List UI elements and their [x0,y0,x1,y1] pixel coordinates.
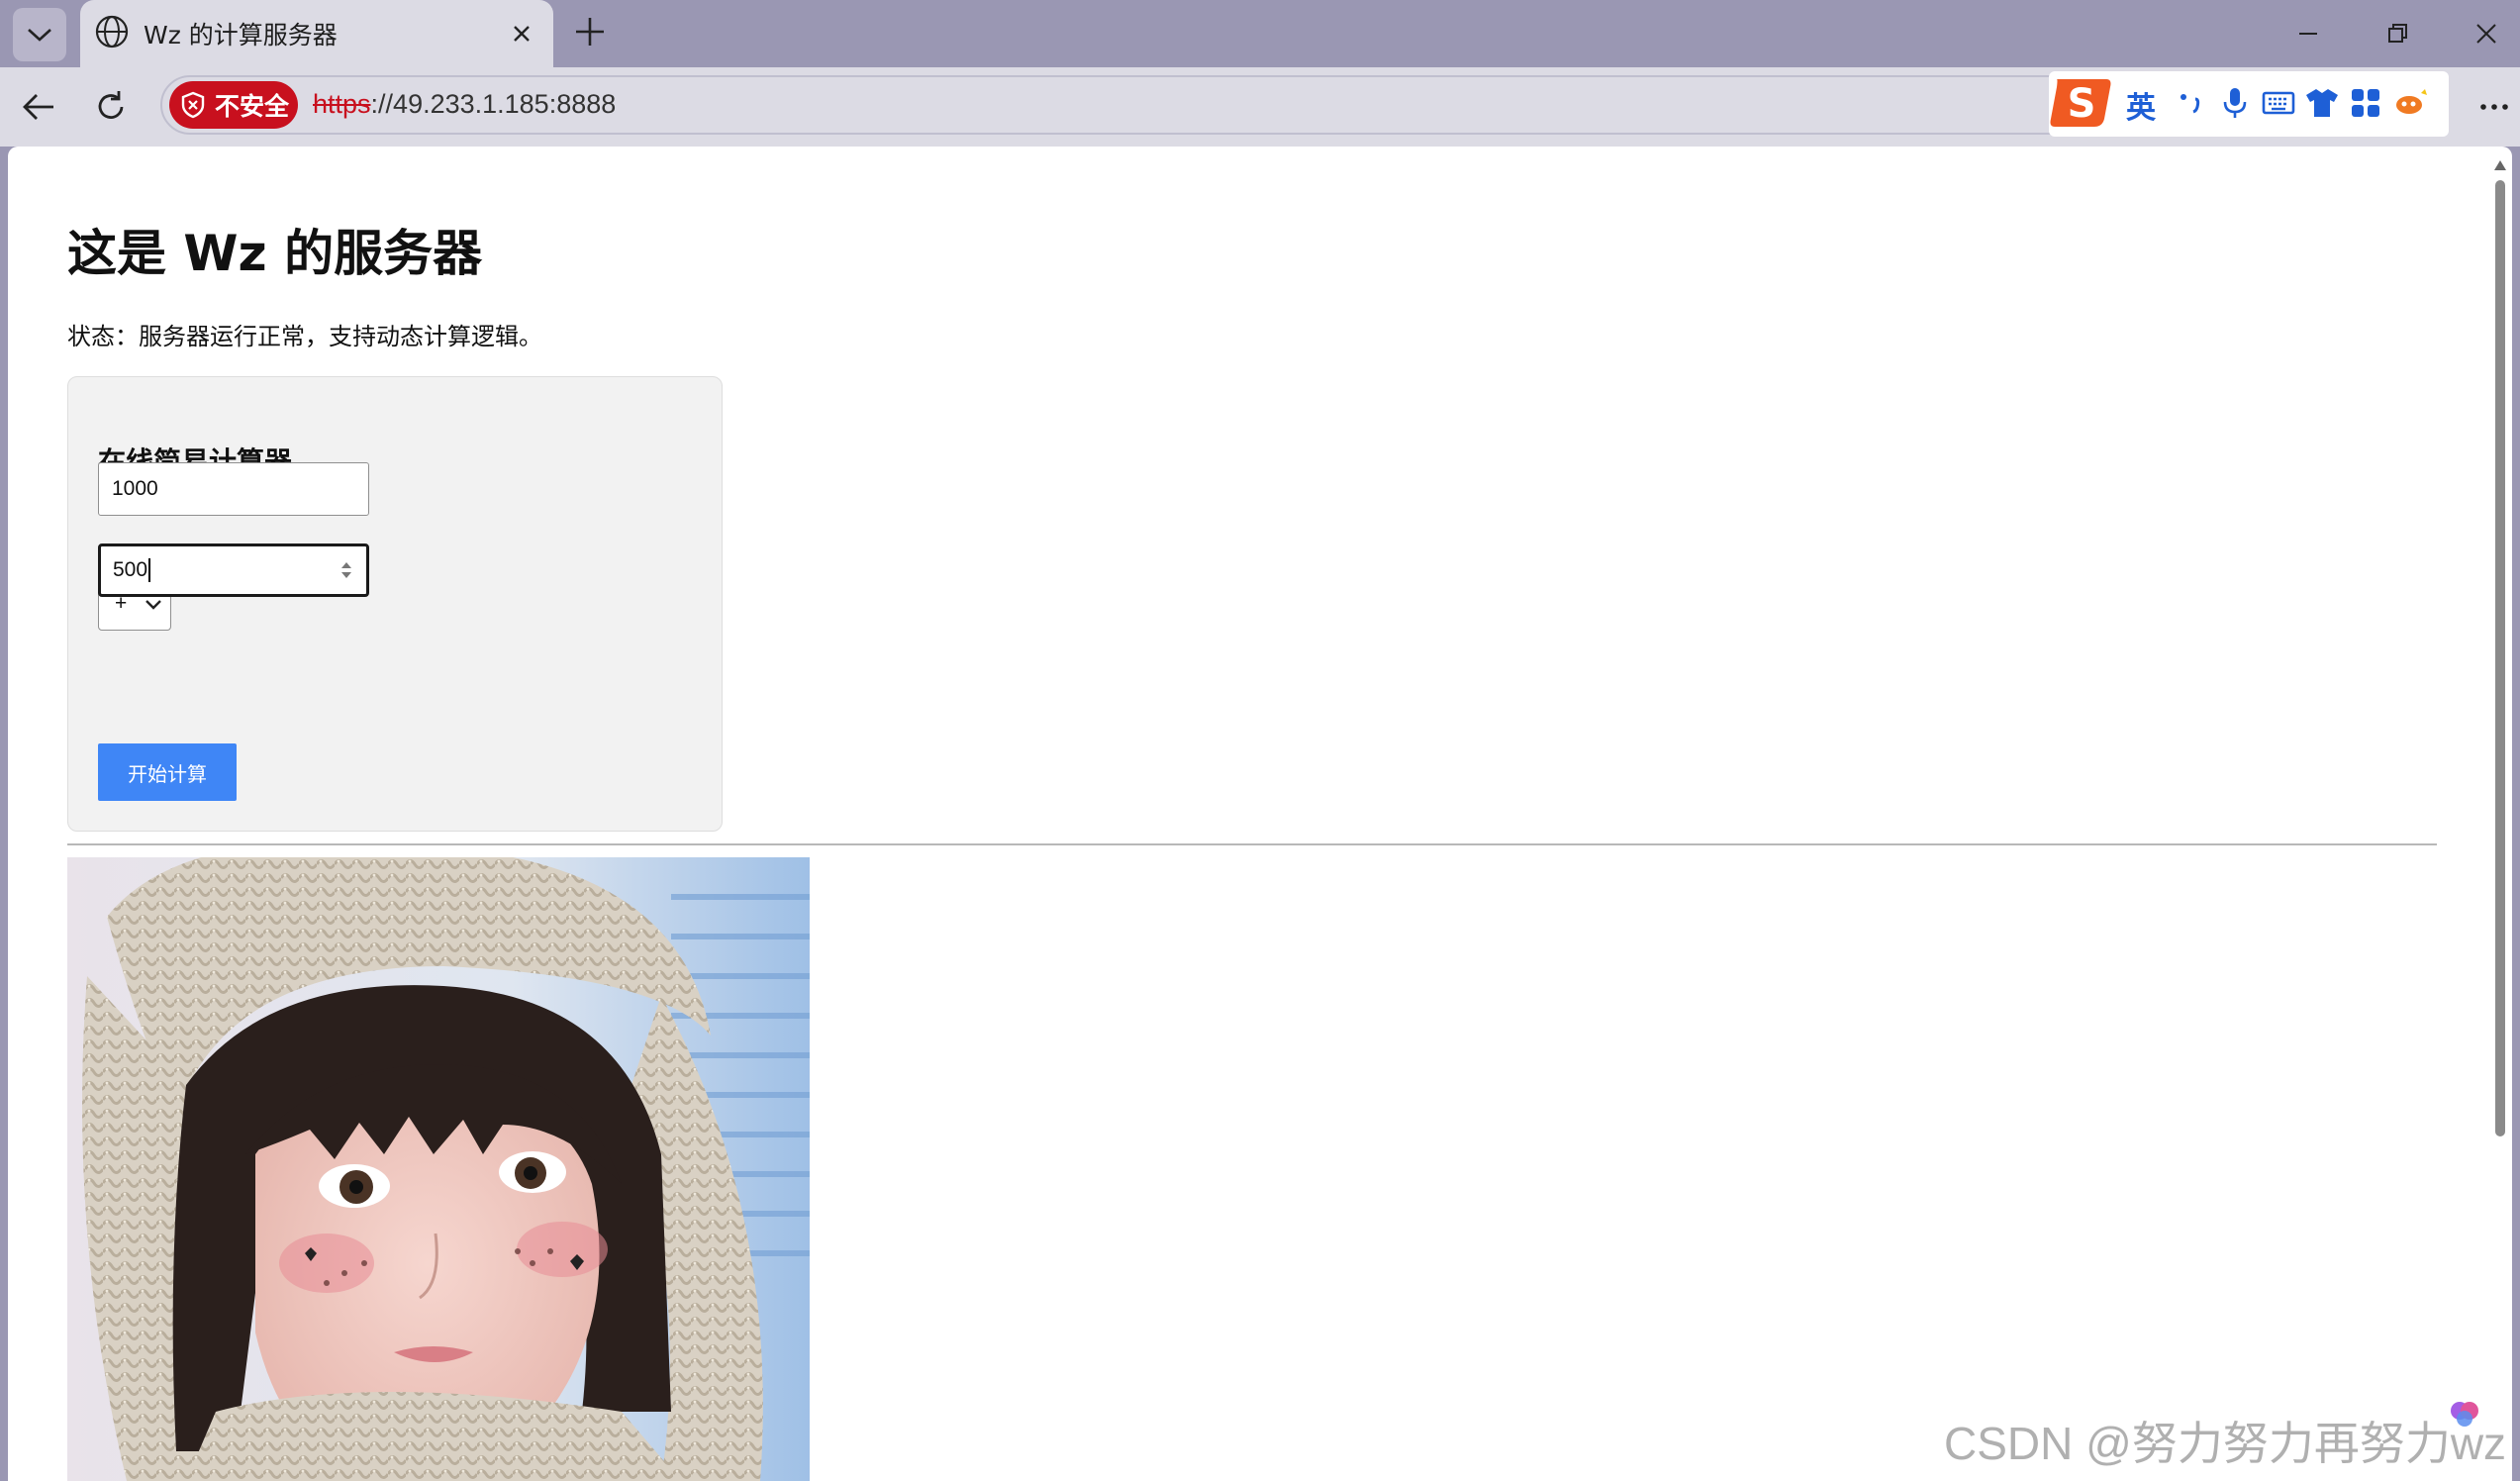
globe-icon [95,15,129,49]
portrait-image [67,857,810,1481]
page-viewport: 这是 Wz 的服务器 状态：服务器运行正常，支持动态计算逻辑。 在线简易计算器 … [8,147,2512,1481]
number-spinner-icon[interactable] [340,560,352,580]
url-text[interactable]: https://49.233.1.185:8888 [313,89,616,120]
more-options-icon[interactable] [2474,87,2514,127]
calculate-button[interactable]: 开始计算 [98,743,237,801]
security-badge[interactable]: 不安全 [169,81,298,129]
chevron-down-icon [28,29,51,42]
tab-search-button[interactable] [13,8,66,61]
minimize-icon[interactable] [2292,18,2324,49]
first-number-value: 1000 [112,477,158,500]
horizontal-rule [67,843,2437,845]
shield-warning-icon [181,91,205,119]
close-tab-icon[interactable] [506,18,537,49]
url-host: ://49.233.1.185:8888 [370,89,617,119]
tab-strip: Wz 的计算服务器 [0,0,2520,67]
tab-title: Wz 的计算服务器 [144,21,338,49]
punctuation-icon[interactable] [2174,85,2209,121]
reload-icon[interactable] [91,87,131,127]
ime-language-toggle[interactable]: 英 [2126,83,2156,127]
second-number-value: 500 [113,558,148,581]
active-tab[interactable]: Wz 的计算服务器 [80,0,553,67]
restore-icon[interactable] [2381,18,2413,49]
text-caret [148,558,151,583]
ime-mascot-icon[interactable] [2393,85,2429,121]
first-number-input[interactable]: 1000 [98,462,369,516]
csdn-watermark: CSDN @努力努力再努力wz [1944,1418,2507,1469]
url-scheme: https [313,89,371,119]
ime-toolbar: S 英 [2049,71,2449,137]
security-label: 不安全 [215,92,290,121]
second-number-input[interactable]: 500 [98,543,369,597]
portrait-photo [67,857,810,1481]
calculator-card: 在线简易计算器 1000 + 500 开始计算 [67,376,723,832]
scrollbar-thumb[interactable] [2495,180,2505,1136]
scroll-up-arrow-icon[interactable] [2492,158,2508,172]
server-status-text: 状态：服务器运行正常，支持动态计算逻辑。 [67,323,542,350]
vertical-scrollbar[interactable] [2488,156,2512,1481]
new-tab-icon[interactable] [572,14,608,49]
sogou-ime-icon[interactable]: S [2049,73,2114,133]
keyboard-icon[interactable] [2261,85,2296,121]
skin-shirt-icon[interactable] [2304,85,2340,121]
close-window-icon[interactable] [2471,18,2502,49]
toolbox-grid-icon[interactable] [2348,85,2383,121]
microphone-icon[interactable] [2217,85,2253,121]
back-arrow-icon[interactable] [20,87,59,127]
chevron-down-icon [145,600,161,610]
browser-toolbar: 不安全 https://49.233.1.185:8888 S 英 [0,67,2520,147]
page-title: 这是 Wz 的服务器 [67,225,483,282]
svg-text:S: S [2068,81,2096,127]
